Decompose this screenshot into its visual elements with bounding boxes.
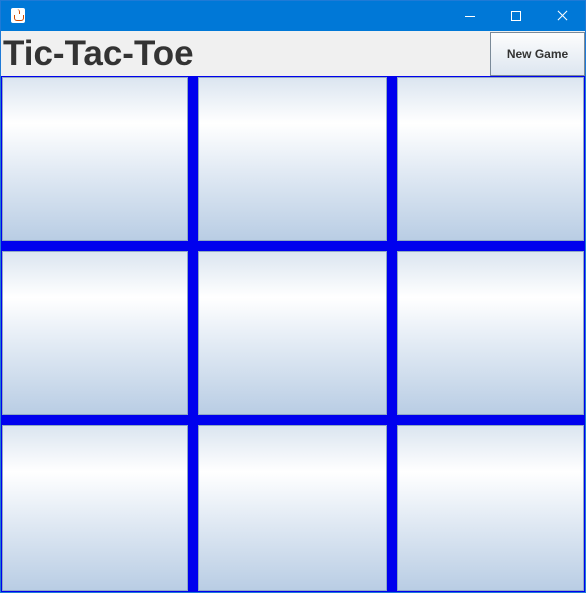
title-bar[interactable] [1,1,585,31]
board-cell-8[interactable] [198,425,387,591]
app-window: Tic-Tac-Toe New Game [0,0,586,593]
game-title: Tic-Tac-Toe [3,34,194,73]
board-cell-3[interactable] [397,77,584,241]
board-cell-7[interactable] [2,425,188,591]
minimize-button[interactable] [447,1,493,31]
board-cell-2[interactable] [198,77,387,241]
minimize-icon [465,15,475,17]
board-cell-9[interactable] [397,425,584,591]
new-game-button[interactable]: New Game [490,32,585,76]
board-cell-5[interactable] [198,251,387,415]
board-cell-1[interactable] [2,77,188,241]
close-button[interactable] [539,1,585,31]
board-cell-6[interactable] [397,251,584,415]
close-icon [556,10,568,22]
java-cup-icon[interactable] [11,8,25,23]
game-header: Tic-Tac-Toe New Game [1,31,585,76]
board-cell-4[interactable] [2,251,188,415]
maximize-button[interactable] [493,1,539,31]
maximize-icon [511,11,521,21]
game-board [1,76,585,592]
